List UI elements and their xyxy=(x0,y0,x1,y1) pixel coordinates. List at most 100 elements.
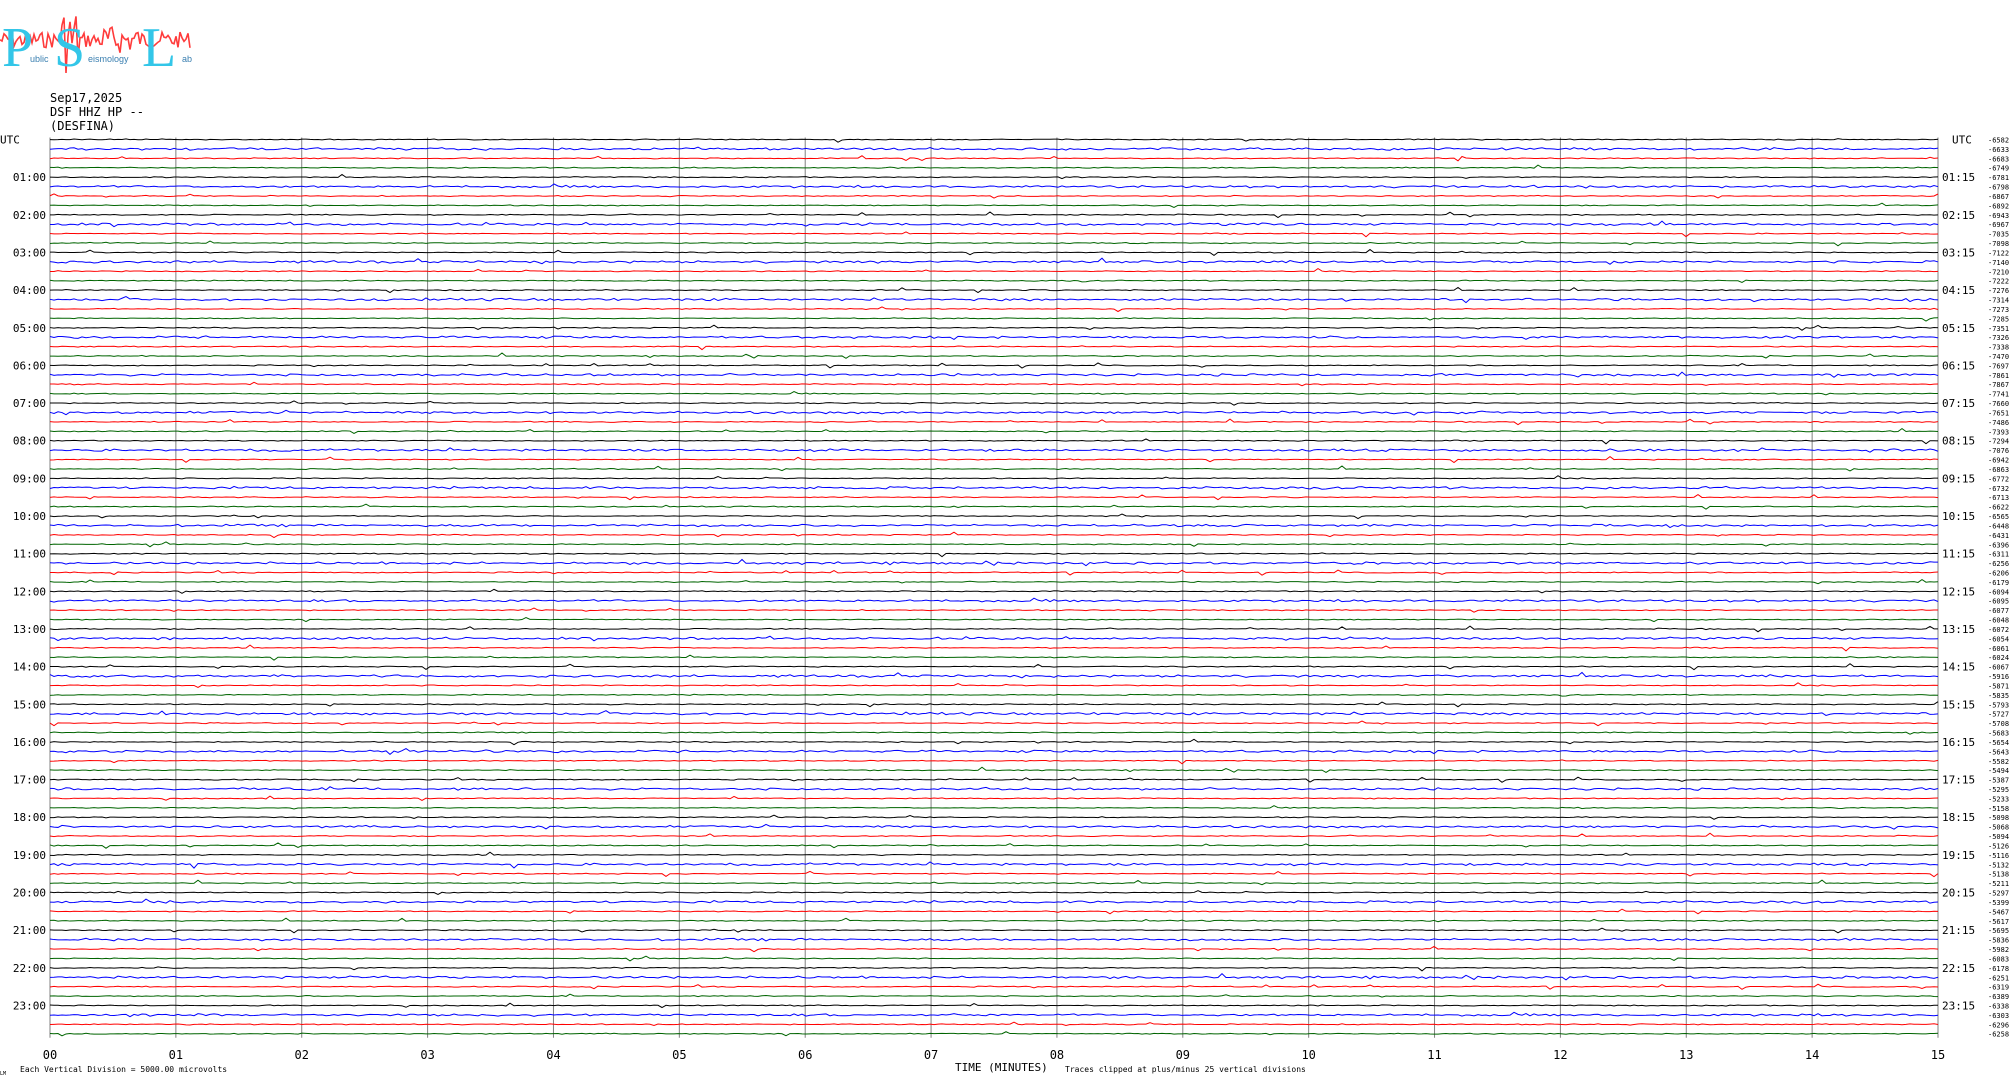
x-tick-label: 09 xyxy=(1176,1048,1190,1062)
scale-annotation: Each Vertical Division = 5000.00 microvo… xyxy=(20,1065,227,1074)
right-hour-label: 11:15 xyxy=(1942,548,1975,561)
seismic-trace xyxy=(49,569,1939,576)
left-hour-label: 05:00 xyxy=(13,322,46,335)
seismic-trace xyxy=(49,202,1939,209)
trace-offset-value: -6967 xyxy=(1988,221,2009,229)
trace-offset-value: -6943 xyxy=(1988,212,2009,220)
seismic-trace xyxy=(49,541,1939,548)
trace-offset-value: -5387 xyxy=(1988,777,2009,785)
trace-offset-value: -6683 xyxy=(1988,155,2009,163)
right-hour-label: 19:15 xyxy=(1942,849,1975,862)
trace-offset-value: -6258 xyxy=(1988,1031,2009,1039)
seismic-trace xyxy=(49,345,1939,351)
right-hour-label: 09:15 xyxy=(1942,472,1975,485)
left-hour-label: 06:00 xyxy=(13,359,46,372)
trace-offset-value: -7273 xyxy=(1988,306,2009,314)
seismic-trace xyxy=(49,644,1939,652)
seismic-trace xyxy=(49,155,1939,162)
seismic-trace xyxy=(49,786,1939,791)
trace-offset-value: -6083 xyxy=(1988,955,2009,963)
seismic-trace xyxy=(49,475,1939,480)
trace-offset-value: -5836 xyxy=(1988,937,2009,945)
trace-offset-value: -7861 xyxy=(1988,372,2009,380)
seismic-trace xyxy=(49,456,1939,464)
seismic-trace xyxy=(49,927,1939,934)
seismic-trace xyxy=(49,759,1939,765)
seismic-trace xyxy=(49,625,1939,633)
seismic-trace xyxy=(49,352,1939,359)
seismic-trace xyxy=(49,220,1939,228)
left-hour-label: 14:00 xyxy=(13,661,46,674)
clip-annotation: Traces clipped at plus/minus 25 vertical… xyxy=(1065,1065,1306,1074)
seismic-trace xyxy=(49,861,1939,869)
left-hour-label: 03:00 xyxy=(13,246,46,259)
trace-offset-value: -6431 xyxy=(1988,532,2009,540)
trace-offset-value: -6251 xyxy=(1988,974,2009,982)
trace-offset-value: -6296 xyxy=(1988,1021,2009,1029)
left-hour-label: 01:00 xyxy=(13,171,46,184)
trace-offset-value: -7697 xyxy=(1988,362,2009,370)
trace-offset-value: -5138 xyxy=(1988,871,2009,879)
seismic-trace xyxy=(49,795,1939,801)
x-tick-label: 00 xyxy=(43,1048,57,1062)
left-hour-label: 12:00 xyxy=(13,585,46,598)
trace-offset-value: -5617 xyxy=(1988,918,2009,926)
x-tick-label: 05 xyxy=(672,1048,686,1062)
trace-offset-value: -6772 xyxy=(1988,475,2009,483)
seismic-trace xyxy=(49,693,1939,697)
seismic-trace xyxy=(49,823,1939,830)
trace-offset-value: -5835 xyxy=(1988,692,2009,700)
right-hour-label: 01:15 xyxy=(1942,171,1975,184)
seismic-trace xyxy=(49,447,1939,453)
left-hour-label: 10:00 xyxy=(13,510,46,523)
trace-offset-value: -6713 xyxy=(1988,494,2009,502)
trace-offset-value: -5695 xyxy=(1988,927,2009,935)
right-hour-label: 15:15 xyxy=(1942,698,1975,711)
trace-offset-value: -6303 xyxy=(1988,1012,2009,1020)
seismic-trace xyxy=(49,617,1939,623)
seismic-trace xyxy=(49,738,1939,746)
seismic-trace xyxy=(49,776,1939,783)
trace-offset-value: -6732 xyxy=(1988,485,2009,493)
trace-offset-value: -6389 xyxy=(1988,993,2009,1001)
trace-offset-value: -6095 xyxy=(1988,598,2009,606)
trace-offset-value: -6798 xyxy=(1988,184,2009,192)
seismic-trace xyxy=(49,485,1939,490)
seismic-trace xyxy=(49,607,1939,613)
trace-offset-value: -5727 xyxy=(1988,711,2009,719)
trace-offset-value: -6749 xyxy=(1988,165,2009,173)
utc-label-left: UTC xyxy=(0,134,20,147)
seismic-trace xyxy=(49,972,1939,981)
seismic-trace xyxy=(49,579,1939,585)
seismic-trace xyxy=(49,805,1939,810)
seismic-trace xyxy=(49,983,1939,990)
trace-offset-value: -6067 xyxy=(1988,664,2009,672)
seismic-trace xyxy=(50,248,1939,257)
trace-offset-value: -7741 xyxy=(1988,391,2009,399)
x-tick-label: 07 xyxy=(924,1048,938,1062)
seismic-trace xyxy=(49,371,1939,378)
seismic-trace xyxy=(49,317,1939,322)
seismic-trace xyxy=(49,597,1939,603)
seismic-trace xyxy=(49,193,1939,199)
seismic-trace xyxy=(49,231,1939,238)
seismic-trace xyxy=(49,766,1939,774)
trace-offset-value: -6448 xyxy=(1988,522,2009,530)
x-axis-title: TIME (MINUTES) xyxy=(955,1061,1048,1074)
left-hour-label: 17:00 xyxy=(13,774,46,787)
trace-offset-value: -7338 xyxy=(1988,344,2009,352)
trace-offset-value: -7314 xyxy=(1988,297,2009,305)
right-hour-label: 22:15 xyxy=(1942,962,1975,975)
x-tick-label: 10 xyxy=(1301,1048,1315,1062)
seismic-trace xyxy=(49,427,1939,435)
seismic-trace xyxy=(49,306,1939,313)
trace-offset-value: -5582 xyxy=(1988,758,2009,766)
right-hour-label: 03:15 xyxy=(1942,246,1975,259)
trace-offset-value: -6582 xyxy=(1988,137,2009,145)
seismic-trace xyxy=(49,1021,1939,1027)
x-tick-label: 12 xyxy=(1553,1048,1567,1062)
seismic-trace xyxy=(49,295,1939,304)
trace-offset-value: -6867 xyxy=(1988,193,2009,201)
seismic-trace xyxy=(49,409,1939,416)
seismic-trace xyxy=(49,513,1939,520)
